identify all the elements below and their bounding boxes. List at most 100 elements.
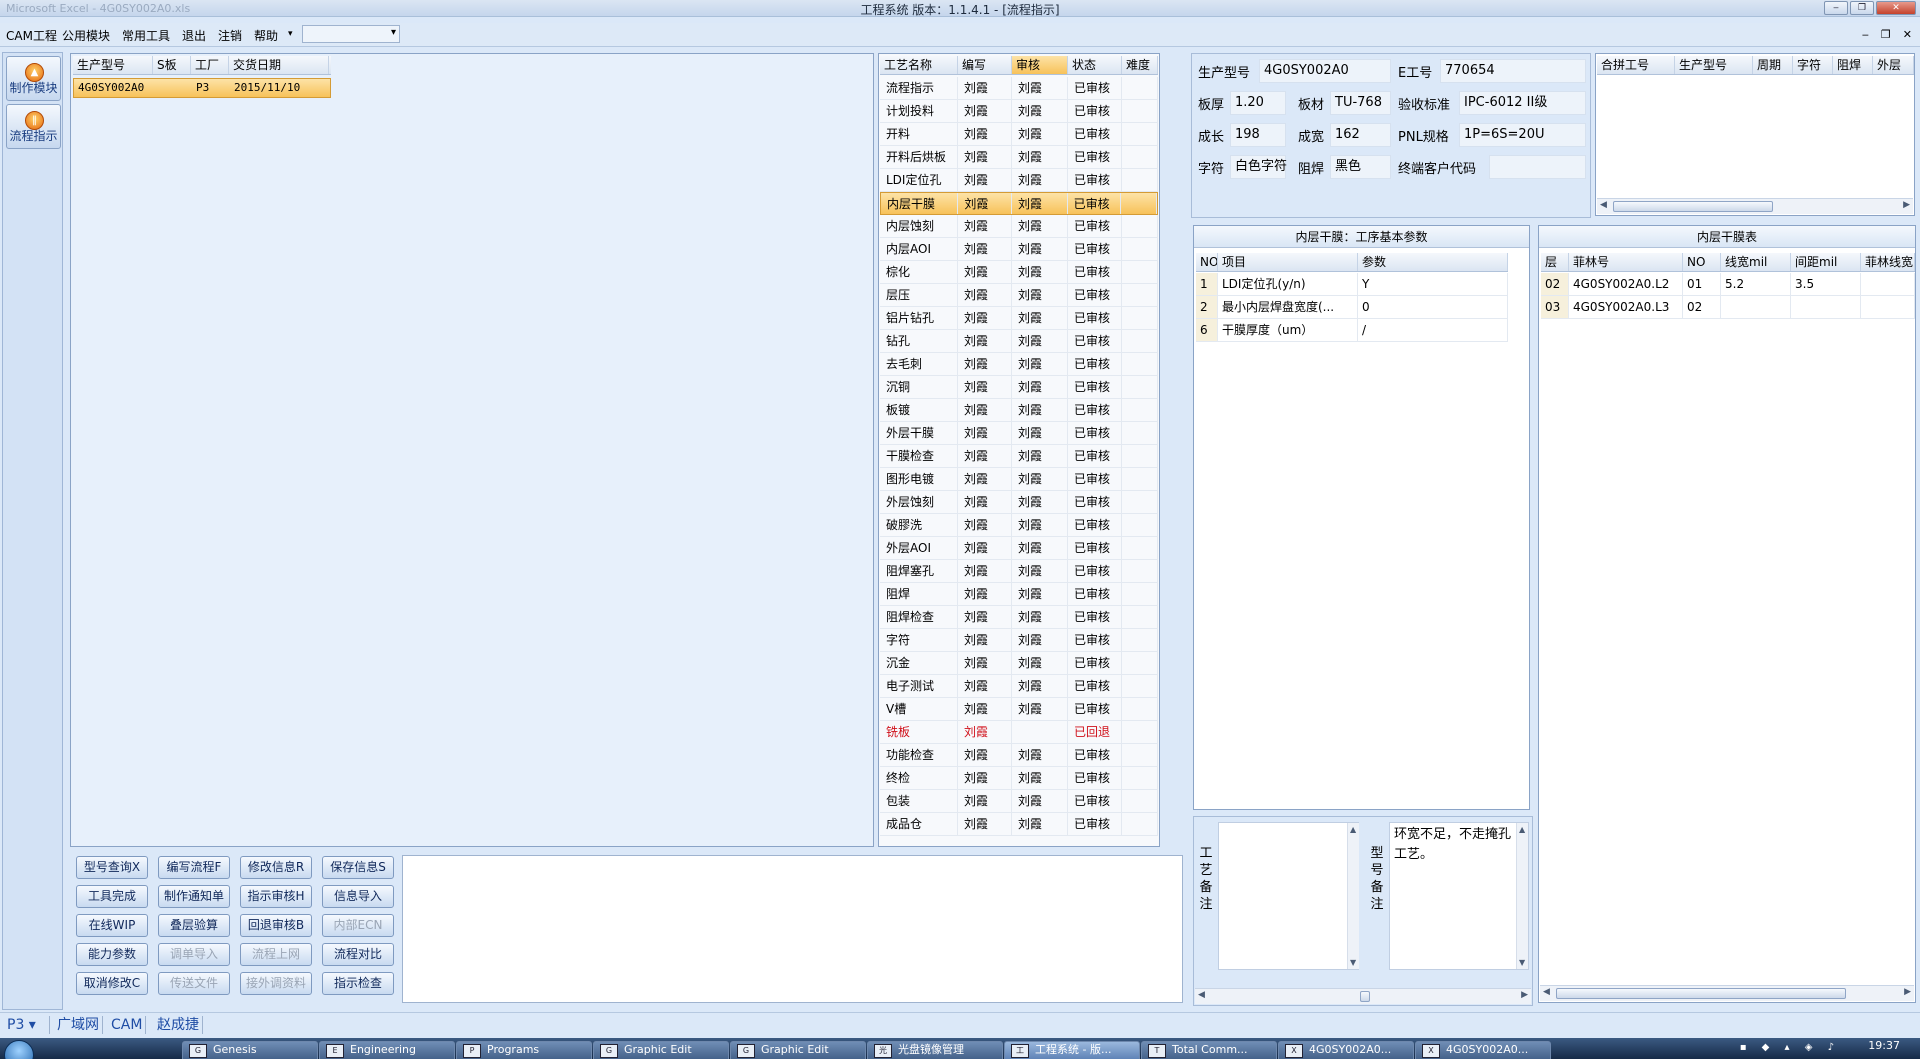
process-row[interactable]: 包装 刘霞 刘霞 已审核 (880, 790, 1158, 813)
scroll-left-icon[interactable]: ◀ (1198, 990, 1205, 1000)
process-row[interactable]: 开料后烘板 刘霞 刘霞 已审核 (880, 146, 1158, 169)
scroll-thumb[interactable] (1360, 991, 1370, 1002)
send-file-button[interactable]: 传送文件 (158, 972, 230, 995)
taskbar-item[interactable]: 光光盘镜像管理 (867, 1041, 1003, 1059)
col-merge-silk[interactable]: 字符 (1793, 56, 1833, 74)
process-row[interactable]: 外层蚀刻 刘霞 刘霞 已审核 (880, 491, 1158, 514)
menu-tools[interactable]: 常用工具 (122, 27, 170, 44)
col-value[interactable]: 参数 (1358, 253, 1508, 271)
process-row[interactable]: 沉金 刘霞 刘霞 已审核 (880, 652, 1158, 675)
process-row[interactable]: 层压 刘霞 刘霞 已审核 (880, 284, 1158, 307)
process-row[interactable]: 开料 刘霞 刘霞 已审核 (880, 123, 1158, 146)
taskbar-item[interactable]: G Graphic Edit (730, 1041, 866, 1059)
process-row[interactable]: 内层蚀刻 刘霞 刘霞 已审核 (880, 215, 1158, 238)
col-merge-outer[interactable]: 外层 (1873, 56, 1914, 74)
col-spacing[interactable]: 间距mil (1791, 253, 1861, 271)
scroll-up-icon[interactable]: ▲ (1350, 825, 1356, 834)
model-note-vscroll[interactable]: ▲ ▼ (1516, 823, 1528, 969)
start-button[interactable] (4, 1040, 34, 1059)
col-merge-cycle[interactable]: 周期 (1753, 56, 1793, 74)
external-data-button[interactable]: 接外调资料 (240, 972, 312, 995)
scroll-right-icon[interactable]: ▶ (1903, 200, 1910, 210)
scroll-thumb[interactable] (1613, 201, 1773, 212)
process-row[interactable]: 阻焊检查 刘霞 刘霞 已审核 (880, 606, 1158, 629)
film-row[interactable]: 03 4G0SY002A0.L3 02 (1541, 296, 1915, 319)
menu-cam[interactable]: CAM工程 (6, 27, 57, 44)
menu-exit[interactable]: 退出 (182, 27, 206, 44)
make-notice-button[interactable]: 制作通知单 (158, 885, 230, 908)
factory-selector[interactable]: P3 ▾ (4, 1016, 50, 1034)
process-row[interactable]: 去毛刺 刘霞 刘霞 已审核 (880, 353, 1158, 376)
system-tray-icons[interactable]: ▪ ◆ ▴ ◈ ♪ (1740, 1042, 1840, 1053)
col-line-width[interactable]: 线宽mil (1721, 253, 1791, 271)
process-row[interactable]: 棕化 刘霞 刘霞 已审核 (880, 261, 1158, 284)
process-row[interactable]: 计划投料 刘霞 刘霞 已审核 (880, 100, 1158, 123)
col-s-board[interactable]: S板 (153, 56, 191, 74)
process-row[interactable]: 破膠洗 刘霞 刘霞 已审核 (880, 514, 1158, 537)
maximize-button[interactable]: ❐ (1850, 1, 1874, 15)
process-row[interactable]: 内层干膜 刘霞 刘霞 已审核 (880, 192, 1158, 215)
process-row[interactable]: 终检 刘霞 刘霞 已审核 (880, 767, 1158, 790)
model-note-box[interactable]: 环宽不足，不走掩孔工艺。 (1389, 822, 1529, 970)
film-hscroll[interactable]: ◀ ▶ (1540, 985, 1914, 1001)
scroll-right-icon[interactable]: ▶ (1521, 990, 1528, 1000)
taskbar-item[interactable]: P Programs (456, 1041, 592, 1059)
col-status[interactable]: 状态 (1068, 56, 1122, 74)
col-process-name[interactable]: 工艺名称 (880, 56, 958, 74)
params-row[interactable]: 6 干膜厚度（um） / (1196, 319, 1508, 342)
process-row[interactable]: 板镀 刘霞 刘霞 已审核 (880, 399, 1158, 422)
taskbar-item[interactable]: T Total Comm... (1141, 1041, 1277, 1059)
mdi-close-button[interactable]: ✕ (1903, 28, 1912, 41)
process-note-box[interactable] (1218, 822, 1359, 970)
rollback-review-button[interactable]: 回退审核B (240, 914, 312, 937)
film-row[interactable]: 02 4G0SY002A0.L2 01 5.2 3.5 (1541, 273, 1915, 296)
scroll-down-icon[interactable]: ▼ (1350, 958, 1356, 967)
taskbar-item[interactable]: X 4G0SY002A0... (1278, 1041, 1414, 1059)
flow-upload-button[interactable]: 流程上网 (240, 943, 312, 966)
save-info-button[interactable]: 保存信息S (322, 856, 394, 879)
menu-help[interactable]: 帮助 (254, 27, 278, 44)
col-layer[interactable]: 层 (1541, 253, 1569, 271)
merge-hscroll[interactable]: ◀ ▶ (1597, 198, 1913, 214)
flow-compare-button[interactable]: 流程对比 (322, 943, 394, 966)
params-row[interactable]: 1 LDI定位孔(y/n) Y (1196, 273, 1508, 296)
minimize-button[interactable]: ‒ (1824, 1, 1848, 15)
info-import-button[interactable]: 信息导入 (322, 885, 394, 908)
process-row[interactable]: 干膜检查 刘霞 刘霞 已审核 (880, 445, 1158, 468)
scroll-left-icon[interactable]: ◀ (1600, 200, 1607, 210)
col-film-seq[interactable]: NO (1683, 253, 1721, 271)
process-row[interactable]: 电子测试 刘霞 刘霞 已审核 (880, 675, 1158, 698)
scroll-up-icon[interactable]: ▲ (1519, 825, 1525, 834)
menu-combo[interactable] (302, 25, 400, 43)
menu-common-module[interactable]: 公用模块 (62, 27, 110, 44)
process-row[interactable]: 功能检查 刘霞 刘霞 已审核 (880, 744, 1158, 767)
memo-box[interactable] (402, 855, 1183, 1003)
col-writer[interactable]: 编写 (958, 56, 1012, 74)
params-row[interactable]: 2 最小内层焊盘宽度(... 0 (1196, 296, 1508, 319)
process-row[interactable]: 成品仓 刘霞 刘霞 已审核 (880, 813, 1158, 836)
col-no[interactable]: NO (1196, 253, 1218, 271)
instruction-review-button[interactable]: 指示审核H (240, 885, 312, 908)
process-row[interactable]: 流程指示 刘霞 刘霞 已审核 (880, 77, 1158, 100)
close-button[interactable]: ✕ (1876, 1, 1916, 15)
process-row[interactable]: 阻焊塞孔 刘霞 刘霞 已审核 (880, 560, 1158, 583)
col-merge-mask[interactable]: 阻焊 (1833, 56, 1873, 74)
process-row[interactable]: V槽 刘霞 刘霞 已审核 (880, 698, 1158, 721)
col-film-line-width[interactable]: 菲林线宽 (1861, 253, 1915, 271)
taskbar-item[interactable]: G Genesis (182, 1041, 318, 1059)
modify-info-button[interactable]: 修改信息R (240, 856, 312, 879)
process-row[interactable]: 外层干膜 刘霞 刘霞 已审核 (880, 422, 1158, 445)
taskbar-item[interactable]: E Engineering (319, 1041, 455, 1059)
process-row[interactable]: 沉铜 刘霞 刘霞 已审核 (880, 376, 1158, 399)
taskbar-item[interactable]: 工工程系统 - 版... (1004, 1041, 1140, 1059)
stackup-check-button[interactable]: 叠层验算 (158, 914, 230, 937)
help-dropdown-icon[interactable]: ▾ (288, 29, 293, 39)
instruction-check-button[interactable]: 指示检查 (322, 972, 394, 995)
capability-params-button[interactable]: 能力参数 (76, 943, 148, 966)
scroll-left-icon[interactable]: ◀ (1543, 987, 1550, 997)
col-merge-no[interactable]: 合拼工号 (1597, 56, 1675, 74)
nav-process-instruction[interactable]: ‖ 流程指示 (6, 104, 61, 149)
nav-production-module[interactable]: ▲ 制作模块 (6, 56, 61, 101)
tool-complete-button[interactable]: 工具完成 (76, 885, 148, 908)
process-row[interactable]: 字符 刘霞 刘霞 已审核 (880, 629, 1158, 652)
